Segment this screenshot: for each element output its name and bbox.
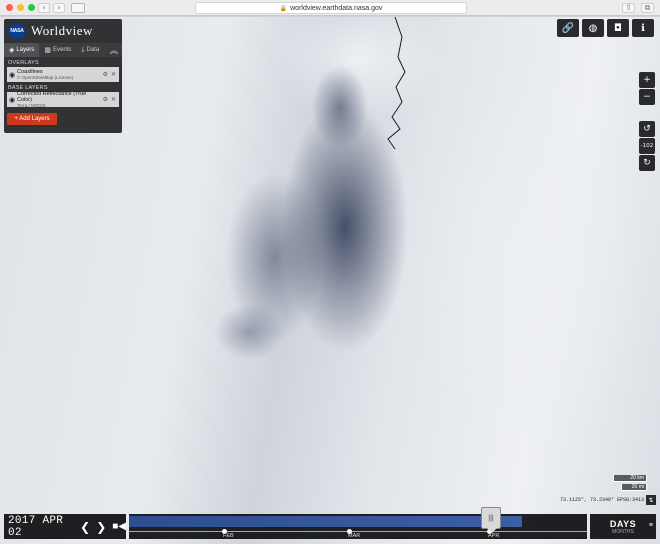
previous-day-button[interactable]: ❮ bbox=[80, 520, 90, 534]
timeline: 2017 APR 02 ❮ ❯ ■◀ FEB MAR APR ||| DAYS … bbox=[0, 507, 660, 544]
timeline-zoom-level: DAYS bbox=[609, 518, 637, 529]
scale-bar-mi: 20 mi bbox=[621, 484, 647, 491]
rotate-cw-button[interactable]: ↻ bbox=[639, 155, 655, 171]
tabs-button[interactable]: ⧉ bbox=[641, 3, 654, 13]
timeline-handle[interactable]: ||| bbox=[481, 507, 501, 533]
tab-data[interactable]: ⤓ Data bbox=[76, 43, 104, 57]
coordinates-format-button[interactable]: ⇅ bbox=[646, 495, 656, 505]
current-date[interactable]: 2017 APR 02 bbox=[8, 515, 74, 539]
month-label-feb: FEB bbox=[223, 533, 234, 539]
visibility-eye-icon[interactable]: ◉ bbox=[7, 71, 17, 79]
timeline-axis bbox=[129, 531, 587, 532]
timeline-track[interactable]: FEB MAR APR ||| bbox=[129, 507, 587, 539]
collapse-sidebar-icon[interactable]: ︽ bbox=[110, 45, 118, 56]
remove-layer-icon[interactable]: ✕ bbox=[111, 96, 116, 103]
back-button[interactable]: ‹ bbox=[38, 2, 50, 13]
coordinates-readout: 73.1125°, 73.2340° EPSG:3413 bbox=[559, 497, 644, 503]
tab-layers-label: Layers bbox=[16, 47, 35, 53]
menu-icon[interactable]: ≡ bbox=[649, 522, 653, 529]
tab-layers[interactable]: ◈ Layers bbox=[4, 43, 40, 57]
sidebar-toggle-button[interactable] bbox=[71, 2, 85, 13]
info-icon[interactable]: ℹ bbox=[632, 19, 654, 37]
rotation-controls: ↺ -102 ↻ bbox=[639, 121, 655, 171]
layer-subtitle: Terra / MODIS bbox=[17, 102, 46, 108]
close-window-button[interactable] bbox=[6, 4, 13, 11]
camera-icon[interactable]: ◘ bbox=[607, 19, 629, 37]
reset-rotation-button[interactable]: -102 bbox=[639, 138, 655, 154]
layer-options-icon[interactable]: ⚙ bbox=[103, 71, 108, 78]
url-text: worldview.earthdata.nasa.gov bbox=[290, 4, 383, 12]
layer-item-coastlines[interactable]: ◉ Coastlines © OpenStreetMap (License) ⚙… bbox=[7, 67, 119, 82]
calendar-icon: ▦ bbox=[44, 47, 52, 54]
forward-button[interactable]: › bbox=[53, 2, 65, 13]
nasa-logo: NASA bbox=[8, 23, 26, 39]
minimize-window-button[interactable] bbox=[17, 4, 24, 11]
download-icon: ⤓ bbox=[81, 46, 85, 53]
globe-icon[interactable]: ◍ bbox=[582, 19, 604, 37]
layer-name: Corrected Reflectance (True Color) bbox=[17, 90, 87, 103]
remove-layer-icon[interactable]: ✕ bbox=[111, 71, 116, 78]
window-controls bbox=[6, 4, 35, 11]
month-label-mar: MAR bbox=[348, 533, 361, 539]
share-button[interactable]: ⇪ bbox=[622, 3, 635, 13]
rotate-ccw-button[interactable]: ↺ bbox=[639, 121, 655, 137]
overlays-heading: OVERLAYS bbox=[8, 60, 39, 66]
layers-icon: ◈ bbox=[9, 47, 15, 54]
link-icon[interactable]: 🔗 bbox=[557, 19, 579, 37]
app-header: NASA Worldview bbox=[4, 19, 122, 43]
timeline-zoom-alt[interactable]: MONTHS bbox=[612, 529, 634, 535]
layers-sidebar: NASA Worldview ◈ Layers ▦ Events ⤓ Data … bbox=[4, 19, 122, 133]
map-tools: 🔗 ◍ ◘ ℹ bbox=[557, 19, 654, 37]
tab-events-label: Events bbox=[53, 47, 72, 53]
date-selector: 2017 APR 02 ❮ ❯ ■◀ bbox=[4, 514, 126, 539]
layer-item-corrected-reflectance[interactable]: ◉ Corrected Reflectance (True Color) Ter… bbox=[7, 90, 119, 108]
add-layers-button[interactable]: + Add Layers bbox=[7, 113, 57, 125]
layer-options-icon[interactable]: ⚙ bbox=[103, 96, 108, 103]
visibility-eye-icon[interactable]: ◉ bbox=[7, 96, 17, 104]
scale-bar-km: 20 km bbox=[613, 475, 647, 482]
zoom-window-button[interactable] bbox=[28, 4, 35, 11]
month-label-apr: APR bbox=[488, 533, 500, 539]
tab-data-label: Data bbox=[86, 47, 100, 53]
zoom-out-button[interactable]: − bbox=[639, 89, 655, 105]
sidebar-tabs: ◈ Layers ▦ Events ⤓ Data ︽ bbox=[4, 43, 122, 57]
next-day-button[interactable]: ❯ bbox=[96, 520, 106, 534]
tab-events[interactable]: ▦ Events bbox=[39, 43, 76, 57]
address-bar[interactable]: 🔒 worldview.earthdata.nasa.gov bbox=[195, 2, 467, 14]
lock-icon: 🔒 bbox=[279, 5, 288, 12]
timeline-zoom-selector[interactable]: DAYS MONTHS ≡ bbox=[590, 514, 656, 539]
timeline-data-coverage bbox=[129, 516, 522, 527]
app-title: Worldview bbox=[31, 23, 93, 38]
layer-subtitle: © OpenStreetMap (License) bbox=[17, 74, 74, 80]
zoom-controls: + − bbox=[639, 72, 655, 105]
zoom-in-button[interactable]: + bbox=[639, 72, 655, 88]
video-camera-icon[interactable]: ■◀ bbox=[112, 521, 126, 532]
browser-toolbar: ‹ › 🔒 worldview.earthdata.nasa.gov ⇪ ⧉ bbox=[0, 0, 660, 16]
